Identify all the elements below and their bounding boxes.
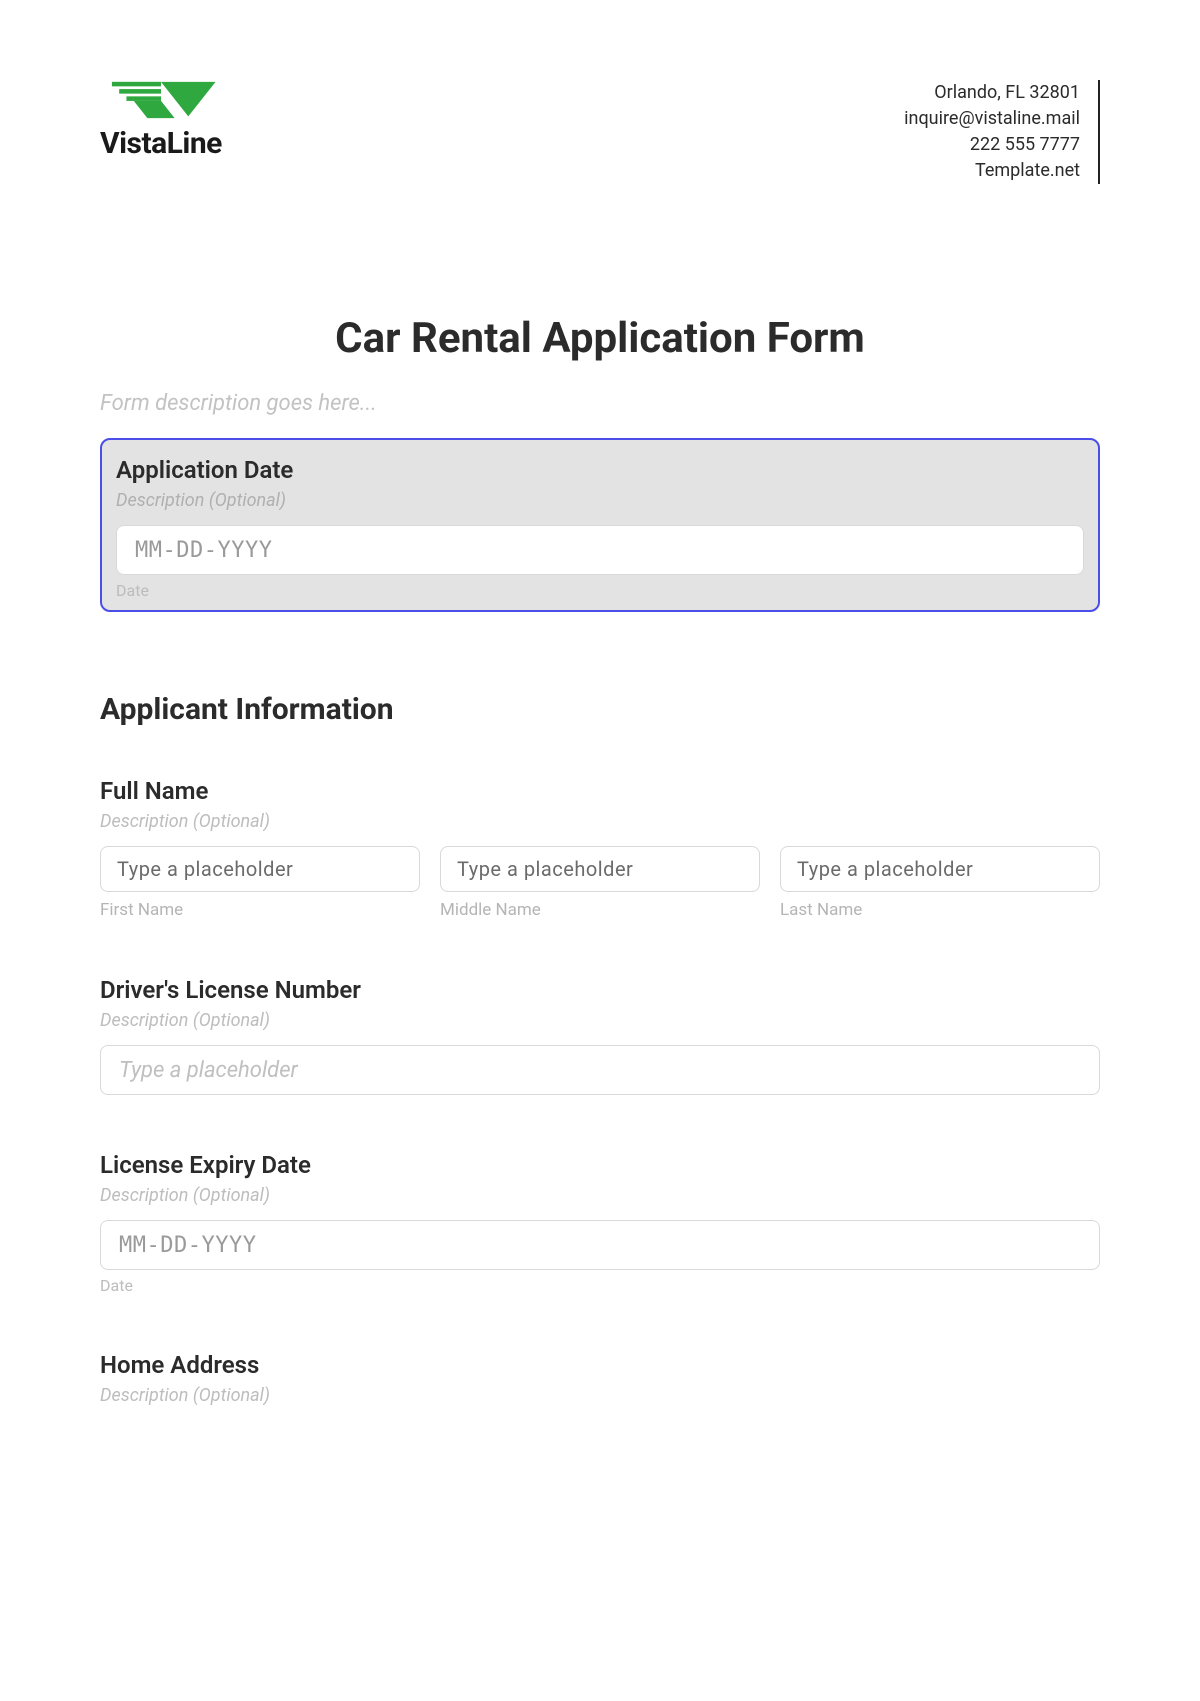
license-expiry-block: License Expiry Date Description (Optiona… xyxy=(100,1151,1100,1295)
middle-name-input[interactable] xyxy=(440,846,760,892)
full-name-label: Full Name xyxy=(100,777,1100,805)
brand-logo: VistaLine xyxy=(100,80,222,161)
first-name-sublabel: First Name xyxy=(100,900,420,920)
contact-phone: 222 555 7777 xyxy=(904,132,1080,158)
application-date-label: Application Date xyxy=(116,456,1084,484)
full-name-desc[interactable]: Description (Optional) xyxy=(100,811,1100,832)
applicant-info-heading: Applicant Information xyxy=(100,692,1100,727)
home-address-desc[interactable]: Description (Optional) xyxy=(100,1385,1100,1406)
first-name-input[interactable] xyxy=(100,846,420,892)
middle-name-sublabel: Middle Name xyxy=(440,900,760,920)
application-date-desc[interactable]: Description (Optional) xyxy=(116,490,1084,511)
document-header: VistaLine Orlando, FL 32801 inquire@vist… xyxy=(100,80,1100,184)
license-number-block: Driver's License Number Description (Opt… xyxy=(100,976,1100,1095)
brand-name: VistaLine xyxy=(100,126,222,161)
license-number-input[interactable] xyxy=(100,1045,1100,1095)
last-name-input[interactable] xyxy=(780,846,1100,892)
full-name-block: Full Name Description (Optional) First N… xyxy=(100,777,1100,920)
license-expiry-input[interactable] xyxy=(100,1220,1100,1270)
form-description[interactable]: Form description goes here... xyxy=(100,391,1100,416)
application-date-section[interactable]: Application Date Description (Optional) … xyxy=(100,438,1100,612)
application-date-sublabel: Date xyxy=(116,581,1084,600)
home-address-block: Home Address Description (Optional) xyxy=(100,1351,1100,1406)
contact-address: Orlando, FL 32801 xyxy=(904,80,1080,106)
logo-icon xyxy=(106,80,216,120)
last-name-sublabel: Last Name xyxy=(780,900,1100,920)
contact-info: Orlando, FL 32801 inquire@vistaline.mail… xyxy=(904,80,1100,184)
contact-site: Template.net xyxy=(904,158,1080,184)
license-expiry-sublabel: Date xyxy=(100,1276,1100,1295)
form-title: Car Rental Application Form xyxy=(100,314,1100,363)
license-expiry-desc[interactable]: Description (Optional) xyxy=(100,1185,1100,1206)
application-date-input[interactable] xyxy=(116,525,1084,575)
license-number-label: Driver's License Number xyxy=(100,976,1100,1004)
license-number-desc[interactable]: Description (Optional) xyxy=(100,1010,1100,1031)
license-expiry-label: License Expiry Date xyxy=(100,1151,1100,1179)
contact-email: inquire@vistaline.mail xyxy=(904,106,1080,132)
home-address-label: Home Address xyxy=(100,1351,1100,1379)
